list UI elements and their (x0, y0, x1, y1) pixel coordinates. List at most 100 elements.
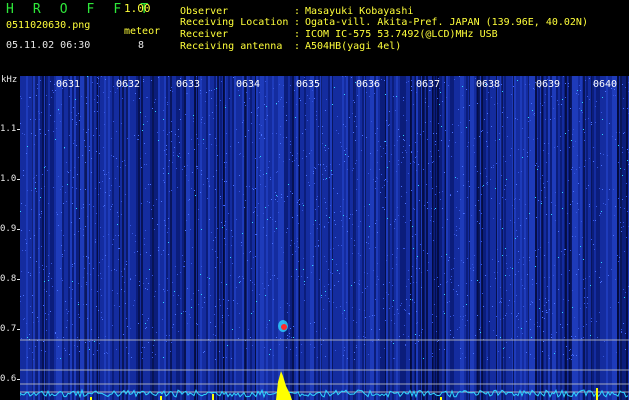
speckle (377, 276, 378, 277)
speckle (173, 152, 174, 153)
noise-column (610, 76, 612, 400)
speckle (172, 162, 173, 163)
speckle (621, 331, 622, 332)
speckle (127, 326, 128, 327)
speckle (380, 357, 381, 358)
y-tick-label: 0.8 (0, 274, 17, 284)
speckle (416, 323, 417, 324)
speckle (173, 295, 174, 296)
speckle (99, 135, 100, 136)
speckle (51, 278, 52, 279)
speckle (371, 329, 372, 330)
speckle (414, 209, 415, 210)
speckle (384, 348, 385, 349)
speckle (223, 205, 224, 206)
speckle (92, 82, 93, 83)
speckle (281, 247, 282, 248)
noise-column (278, 76, 280, 400)
speckle (178, 136, 179, 137)
speckle (557, 146, 558, 147)
speckle (46, 330, 47, 331)
speckle (480, 327, 481, 328)
speckle (437, 98, 438, 99)
speckle (266, 235, 267, 236)
speckle (394, 314, 395, 315)
speckle (287, 228, 288, 229)
speckle (179, 153, 180, 154)
speckle (20, 211, 21, 212)
speckle (584, 140, 585, 141)
speckle (121, 289, 122, 290)
speckle (41, 211, 42, 212)
speckle (296, 246, 297, 247)
speckle (41, 188, 42, 189)
speckle (246, 348, 247, 349)
speckle (91, 289, 92, 290)
speckle (322, 174, 323, 175)
speckle (23, 295, 24, 296)
y-tick-label: 0.9 (0, 224, 17, 234)
speckle (305, 103, 306, 104)
speckle (384, 141, 385, 142)
dark-band (620, 76, 622, 400)
speckle (22, 133, 23, 134)
speckle (613, 95, 614, 96)
speckle (297, 215, 298, 216)
noise-column (132, 76, 134, 400)
speckle (139, 285, 140, 286)
noise-column (326, 76, 328, 400)
speckle (88, 258, 89, 259)
speckle (396, 257, 397, 258)
speckle (111, 138, 112, 139)
speckle (618, 145, 619, 146)
time-tick-label: 0631 (56, 79, 81, 90)
speckle (212, 112, 213, 113)
speckle (345, 318, 346, 319)
noise-column (66, 76, 68, 400)
speckle (41, 112, 42, 113)
speckle (600, 213, 601, 214)
noise-column (106, 76, 108, 400)
speckle (396, 171, 397, 172)
speckle (260, 170, 261, 171)
speckle (124, 160, 125, 161)
speckle (290, 85, 291, 86)
speckle (371, 121, 372, 122)
speckle (291, 337, 292, 338)
noise-column (124, 76, 126, 400)
speckle (417, 256, 418, 257)
speckle (403, 100, 404, 101)
speckle (272, 219, 273, 220)
speckle (567, 324, 568, 325)
speckle (39, 272, 40, 273)
speckle (401, 186, 402, 187)
speckle (142, 347, 143, 348)
speckle (462, 319, 463, 320)
speckle (621, 329, 622, 330)
speckle (71, 298, 72, 299)
speckle (351, 77, 352, 78)
speckle (442, 191, 443, 192)
speckle (554, 303, 555, 304)
speckle (176, 168, 177, 169)
speckle (78, 283, 79, 284)
speckle (124, 282, 125, 283)
speckle (269, 320, 270, 321)
speckle (457, 294, 458, 295)
dark-band (569, 76, 571, 400)
noise-column (38, 76, 40, 400)
speckle (238, 277, 239, 278)
speckle (204, 351, 205, 352)
speckle (118, 248, 119, 249)
speckle (581, 338, 582, 339)
speckle (198, 304, 199, 305)
speckle (292, 155, 293, 156)
speckle (415, 343, 416, 344)
speckle (77, 174, 78, 175)
speckle (353, 100, 354, 101)
noise-column (386, 76, 388, 400)
speckle (486, 141, 487, 142)
speckle (275, 199, 276, 200)
meteor-label: meteor (124, 26, 161, 37)
speckle (39, 113, 40, 114)
